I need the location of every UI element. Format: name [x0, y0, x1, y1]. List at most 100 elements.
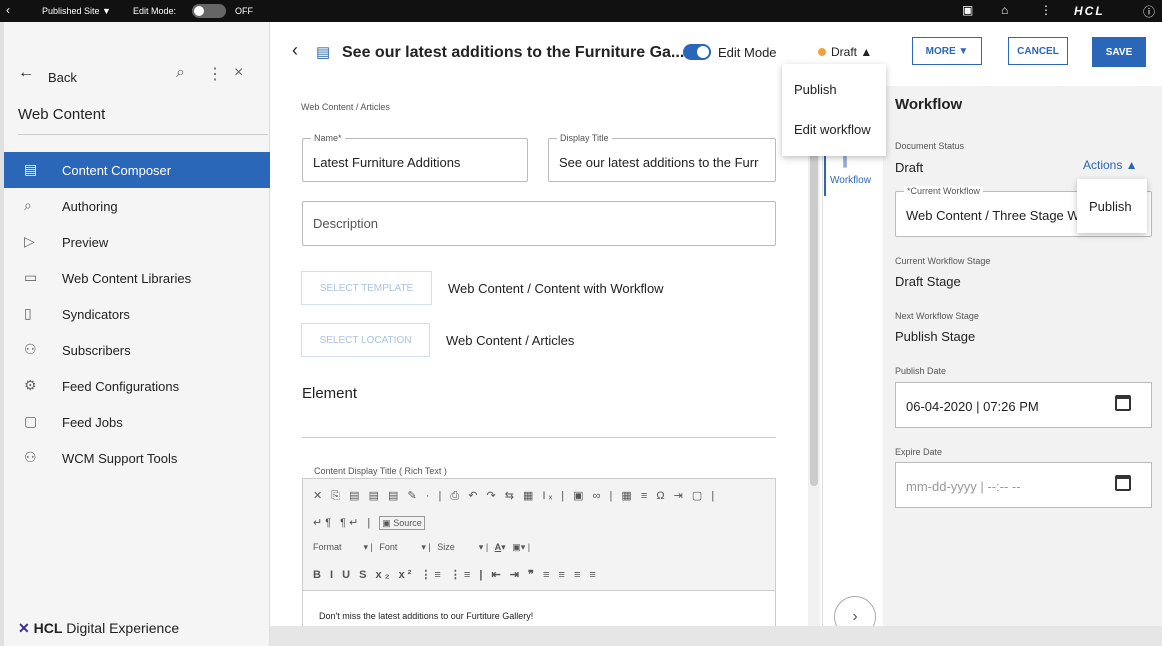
expire-date-input[interactable]: mm-dd-yyyy | --:-- --	[895, 462, 1152, 508]
more-vert-icon[interactable]: ⋮	[207, 64, 223, 84]
sidebar-item-wcm-support-tools[interactable]: ⚇ WCM Support Tools	[4, 440, 270, 476]
users-icon: ⚇	[24, 341, 37, 357]
name-field[interactable]: Name* Latest Furniture Additions	[302, 133, 528, 182]
hcl-logo: HCL	[1074, 4, 1105, 18]
doc-status-label: Document Status	[895, 141, 965, 151]
source-button[interactable]: ▣ Source	[379, 516, 425, 530]
current-workflow-label: *Current Workflow	[904, 186, 983, 196]
paragraph-buttons[interactable]: ↵¶ ¶↵ |	[313, 517, 379, 529]
sidebar-item-label: Preview	[62, 235, 109, 250]
brand-footer: ✕ HCL Digital Experience	[18, 620, 179, 637]
edit-mode-label: Edit Mode	[718, 45, 777, 60]
status-dot	[818, 48, 826, 56]
display-title-field[interactable]: Display Title See our latest additions t…	[548, 133, 776, 182]
toolbar-row-style[interactable]: B I U S x₂ x² ⋮≡ ⋮≡ | ⇤ ⇥ ❞ ≡ ≡ ≡ ≡	[313, 568, 599, 581]
sidebar-item-label: Content Composer	[62, 163, 172, 178]
site-selector[interactable]: Published Site ▼	[42, 6, 111, 16]
brand-bold: HCL	[33, 620, 63, 636]
next-stage-label: Next Workflow Stage	[895, 311, 979, 321]
expire-date-label: Expire Date	[895, 447, 943, 457]
sidebar-item-label: Syndicators	[62, 307, 130, 322]
select-location-button[interactable]: SELECT LOCATION	[301, 323, 430, 357]
editor-content[interactable]: Don't miss the latest additions to our F…	[319, 611, 533, 621]
publish-date-input[interactable]: 06-04-2020 | 07:26 PM	[895, 382, 1152, 428]
play-icon: ▷	[24, 233, 35, 249]
calendar-icon[interactable]	[1115, 475, 1131, 491]
display-title-value: See our latest additions to the Furr	[559, 155, 759, 170]
more-button[interactable]: MORE ▼	[912, 37, 982, 65]
divider	[302, 437, 776, 438]
sidebar-item-feed-configurations[interactable]: ⚙ Feed Configurations	[4, 368, 270, 404]
location-value: Web Content / Articles	[446, 333, 575, 348]
sidebar-item-content-composer[interactable]: ▤ Content Composer	[4, 152, 270, 188]
source-label: Source	[393, 518, 422, 528]
tab-workflow-label: Workflow	[830, 175, 871, 186]
menu-item-edit-workflow[interactable]: Edit workflow	[794, 122, 871, 137]
list-icon: ▤	[24, 161, 38, 177]
name-value: Latest Furniture Additions	[313, 155, 461, 170]
brand-rest: Digital Experience	[62, 620, 180, 636]
back-chevron-icon[interactable]: ‹	[292, 40, 298, 61]
sidebar-item-web-content-libraries[interactable]: ▭ Web Content Libraries	[4, 260, 270, 296]
toolbar-row-paragraph[interactable]: ↵¶ ¶↵ | ▣ Source	[313, 516, 425, 530]
top-bar: ‹ Published Site ▼ Edit Mode: OFF ▣ ⌂ ⋮ …	[0, 0, 1162, 22]
back-arrow-icon[interactable]: ←	[18, 64, 34, 82]
description-field[interactable]: Description	[302, 201, 776, 246]
editor-toolbar: ✕ ⎘ ▤ ▤ ▤ ✎ · | ⎙ ↶ ↷ ⇆ ▦ Iₓ | ▣ ∞ | ▦ ≡…	[303, 479, 775, 591]
toolbar-row-edit[interactable]: ✕ ⎘ ▤ ▤ ▤ ✎ · | ⎙ ↶ ↷ ⇆ ▦ Iₓ | ▣ ∞ | ▦ ≡…	[313, 489, 717, 503]
cancel-button[interactable]: CANCEL	[1008, 37, 1068, 65]
sidebar-item-authoring[interactable]: ⌕ Authoring	[4, 188, 270, 224]
calendar-icon[interactable]	[1115, 395, 1131, 411]
chevron-left-icon[interactable]: ‹	[6, 3, 10, 17]
preview-icon[interactable]: ▣	[962, 3, 973, 17]
search-icon: ⌕	[24, 197, 32, 213]
publish-date-label: Publish Date	[895, 366, 947, 376]
sidebar-title: Web Content	[18, 106, 106, 123]
actions-menu-publish[interactable]: Publish	[1089, 199, 1132, 214]
edit-mode-toggle[interactable]	[192, 4, 226, 18]
current-workflow-value: Web Content / Three Stage W	[906, 208, 1080, 223]
next-stage-value: Publish Stage	[895, 329, 976, 344]
document-icon: ▯	[24, 305, 32, 321]
sidebar-item-label: Subscribers	[62, 343, 131, 358]
bg-color-icon[interactable]: ▣	[512, 542, 521, 552]
edit-mode-state: OFF	[235, 6, 253, 16]
home-icon[interactable]: ⌂	[1001, 3, 1008, 17]
tab-workflow[interactable]	[824, 150, 880, 196]
save-button[interactable]: SAVE	[1092, 37, 1146, 67]
rich-text-editor[interactable]: ✕ ⎘ ▤ ▤ ▤ ✎ · | ⎙ ↶ ↷ ⇆ ▦ Iₓ | ▣ ∞ | ▦ ≡…	[302, 478, 776, 646]
format-select[interactable]: Format	[313, 542, 342, 552]
clipboard-icon: ▢	[24, 413, 38, 429]
actions-dropdown[interactable]: Actions ▲	[1083, 158, 1138, 172]
search-icon[interactable]: ⌕	[176, 64, 185, 82]
rich-text-label: Content Display Title ( Rich Text )	[314, 466, 447, 476]
more-vert-icon[interactable]: ⋮	[1040, 3, 1052, 17]
sidebar-item-subscribers[interactable]: ⚇ Subscribers	[4, 332, 270, 368]
document-icon: ▤	[316, 44, 331, 61]
size-select[interactable]: Size	[437, 542, 455, 552]
sidebar-item-preview[interactable]: ▷ Preview	[4, 224, 270, 260]
users-icon: ⚇	[24, 449, 37, 465]
sidebar-item-syndicators[interactable]: ▯ Syndicators	[4, 296, 270, 332]
sidebar-item-label: Web Content Libraries	[62, 271, 192, 286]
back-link[interactable]: Back	[48, 70, 77, 85]
info-icon[interactable]: ⓘ	[1143, 3, 1155, 20]
edit-mode-label: Edit Mode:	[133, 6, 177, 16]
template-value: Web Content / Content with Workflow	[448, 281, 664, 296]
close-icon[interactable]: ×	[234, 64, 243, 82]
gear-icon: ⚙	[24, 377, 37, 393]
name-label: Name*	[311, 133, 345, 143]
bottom-strip	[270, 626, 1162, 646]
workflow-icon: ∥	[842, 154, 848, 168]
divider	[18, 134, 268, 135]
edit-mode-toggle[interactable]	[683, 44, 711, 60]
sidebar-item-feed-jobs[interactable]: ▢ Feed Jobs	[4, 404, 270, 440]
font-select[interactable]: Font	[379, 542, 397, 552]
sidebar: ← Back ⌕ ⋮ × Web Content ▤ Content Compo…	[0, 22, 270, 646]
status-menu: Publish Edit workflow	[782, 64, 886, 156]
status-dropdown[interactable]: Draft ▲	[831, 45, 872, 59]
sidebar-item-label: Feed Configurations	[62, 379, 180, 394]
sidebar-item-label: WCM Support Tools	[62, 451, 178, 466]
menu-item-publish[interactable]: Publish	[794, 82, 837, 97]
select-template-button[interactable]: SELECT TEMPLATE	[301, 271, 432, 305]
